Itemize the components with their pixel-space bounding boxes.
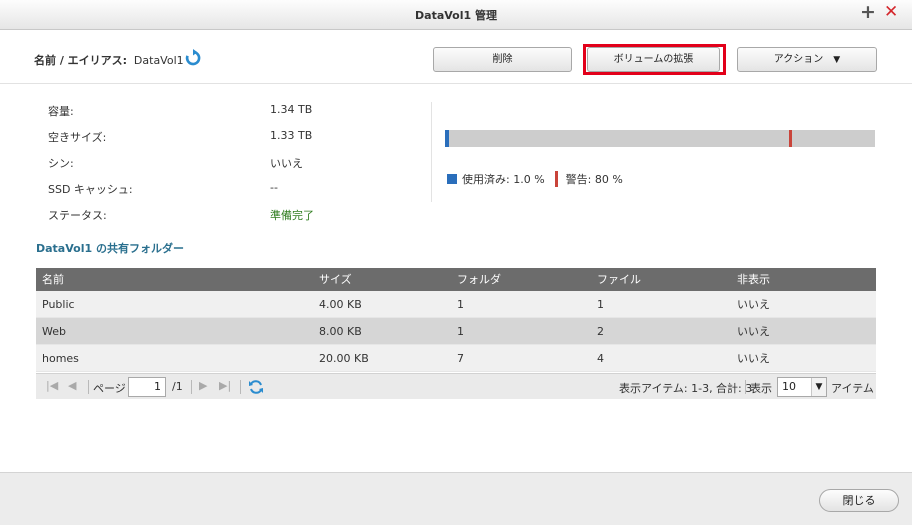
page-size-value: 10 <box>782 380 796 393</box>
cell-folders: 1 <box>457 325 464 338</box>
cell-name: Web <box>42 325 66 338</box>
cell-size: 20.00 KB <box>319 352 369 365</box>
cell-size: 8.00 KB <box>319 325 362 338</box>
page-label: ページ <box>93 382 126 395</box>
action-button[interactable]: アクション ▼ <box>737 47 877 72</box>
cell-name: Public <box>42 298 75 311</box>
cell-files: 4 <box>597 352 604 365</box>
dropdown-arrow-icon: ▼ <box>833 55 841 65</box>
show-label: 表示 <box>750 382 772 395</box>
pager-separator <box>745 380 746 394</box>
pager-separator <box>240 380 241 394</box>
table-row[interactable]: Public 4.00 KB 1 1 いいえ <box>36 291 876 318</box>
table-row[interactable]: homes 20.00 KB 7 4 いいえ <box>36 345 876 372</box>
free-size-label: 空きサイズ: <box>48 131 107 144</box>
close-icon[interactable]: ✕ <box>884 2 898 22</box>
thin-value: いいえ <box>270 157 303 170</box>
volume-name-value: DataVol1 <box>133 54 184 67</box>
page-number-input[interactable]: 1 <box>128 377 166 397</box>
free-size-value: 1.33 TB <box>270 129 313 142</box>
capacity-value: 1.34 TB <box>270 103 313 116</box>
page-size-select[interactable]: 10 ▼ <box>777 377 827 397</box>
column-header-name[interactable]: 名前 <box>42 268 64 291</box>
pager-separator <box>88 380 89 394</box>
status-label: ステータス: <box>48 209 107 222</box>
cell-hidden: いいえ <box>737 352 770 365</box>
refresh-icon[interactable] <box>184 49 202 67</box>
status-value: 準備完了 <box>270 209 314 222</box>
thin-label: シン: <box>48 157 74 170</box>
cell-hidden: いいえ <box>737 325 770 338</box>
close-button[interactable]: 閉じる <box>819 489 899 512</box>
column-header-files[interactable]: ファイル <box>597 268 641 291</box>
usage-bar <box>445 130 875 147</box>
used-legend-text: 使用済み: 1.0 % <box>462 173 545 186</box>
cell-files: 1 <box>597 298 604 311</box>
column-header-size[interactable]: サイズ <box>319 268 352 291</box>
volume-name-label: 名前 / エイリアス: <box>34 54 128 67</box>
last-page-icon[interactable]: ▶| <box>219 379 231 392</box>
next-page-icon[interactable]: ▶ <box>199 379 207 392</box>
usage-legend: 使用済み: 1.0 % 警告: 80 % <box>447 171 623 187</box>
cell-files: 2 <box>597 325 604 338</box>
chevron-down-icon[interactable]: ▼ <box>811 378 826 396</box>
column-header-folders[interactable]: フォルダ <box>457 268 501 291</box>
cell-name: homes <box>42 352 79 365</box>
usage-warning-marker <box>789 130 792 147</box>
table-row[interactable]: Web 8.00 KB 1 2 いいえ <box>36 318 876 345</box>
warning-legend-swatch <box>554 171 558 187</box>
cell-size: 4.00 KB <box>319 298 362 311</box>
plus-icon[interactable]: + <box>860 1 876 23</box>
column-header-hidden[interactable]: 非表示 <box>737 268 770 291</box>
pager-separator <box>191 380 192 394</box>
action-button-label: アクション <box>773 54 824 65</box>
shared-folders-table: 名前 サイズ フォルダ ファイル 非表示 Public 4.00 KB 1 1 … <box>36 268 876 372</box>
delete-button[interactable]: 削除 <box>433 47 572 72</box>
display-items-text: 表示アイテム: 1-3, 合計: 3 <box>619 382 753 395</box>
divider <box>431 102 432 202</box>
capacity-label: 容量: <box>48 105 74 118</box>
used-legend-swatch <box>447 174 457 184</box>
cell-hidden: いいえ <box>737 298 770 311</box>
warning-legend-text: 警告: 80 % <box>565 173 623 186</box>
shared-folders-title: DataVol1 の共有フォルダー <box>36 242 184 255</box>
window-title: DataVol1 管理 <box>415 9 497 22</box>
table-pager: |◀ ◀ ページ 1 /1 ▶ ▶| 表示アイテム: 1-3, 合計: 3 表示… <box>36 373 876 399</box>
volume-name: 名前 / エイリアス: DataVol1 <box>34 52 184 68</box>
cell-folders: 1 <box>457 298 464 311</box>
volume-header: 名前 / エイリアス: DataVol1 削除 ボリュームの拡張 アクション ▼ <box>0 30 912 84</box>
items-label: アイテム <box>831 382 874 395</box>
usage-used-fill <box>445 130 449 147</box>
dialog-footer: 閉じる <box>0 472 912 525</box>
total-pages: /1 <box>172 380 183 393</box>
ssd-cache-label: SSD キャッシュ: <box>48 183 133 196</box>
first-page-icon[interactable]: |◀ <box>46 379 58 392</box>
table-header: 名前 サイズ フォルダ ファイル 非表示 <box>36 268 876 291</box>
title-bar: DataVol1 管理 + ✕ <box>0 0 912 30</box>
ssd-cache-value: -- <box>270 181 278 194</box>
refresh-icon[interactable] <box>248 379 264 395</box>
cell-folders: 7 <box>457 352 464 365</box>
prev-page-icon[interactable]: ◀ <box>68 379 76 392</box>
expand-highlight-box <box>583 44 726 75</box>
